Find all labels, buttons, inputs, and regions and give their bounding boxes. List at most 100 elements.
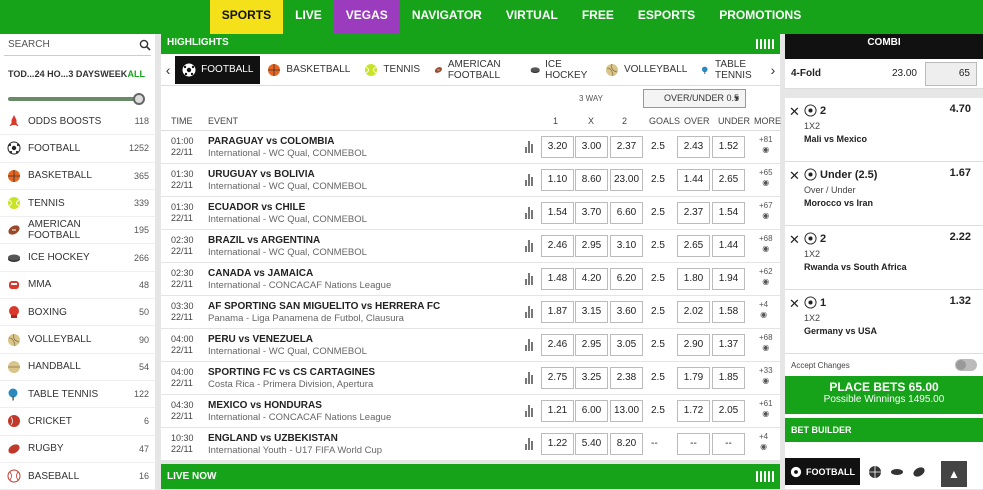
puck-icon[interactable] <box>890 465 904 479</box>
event-info[interactable]: ENGLAND vs UZBEKISTAN International Youth… <box>208 433 382 457</box>
more-markets-button[interactable]: +4 ◉ <box>759 432 768 452</box>
event-teams[interactable]: PARAGUAY vs COLOMBIA <box>208 136 367 148</box>
sidebar-item-baseball[interactable]: BASEBALL 16 <box>0 463 155 490</box>
odds-home-button[interactable]: 1.21 <box>541 400 574 422</box>
odds-home-button[interactable]: 1.22 <box>541 433 574 455</box>
more-markets-button[interactable]: +81 ◉ <box>759 135 773 155</box>
place-bets-button[interactable]: PLACE BETS 65.00 Possible Winnings 1495.… <box>785 376 983 414</box>
sidebar-item-volleyball[interactable]: VOLLEYBALL 90 <box>0 326 155 354</box>
odds-under-button[interactable]: 1.58 <box>712 301 745 323</box>
tab-tennis[interactable]: TENNIS <box>357 56 427 84</box>
stats-icon[interactable] <box>525 405 535 417</box>
event-info[interactable]: PERU vs VENEZUELA International - WC Qual… <box>208 334 367 358</box>
tab-volleyball[interactable]: VOLLEYBALL <box>598 56 694 84</box>
nav-live[interactable]: LIVE <box>283 0 334 34</box>
tab-american-football[interactable]: AMERICAN FOOTBALL <box>427 56 523 84</box>
nav-virtual[interactable]: VIRTUAL <box>494 0 570 34</box>
sidebar-item-american-football[interactable]: AMERICAN FOOTBALL 195 <box>0 217 155 245</box>
odds-over-button[interactable]: 2.02 <box>677 301 710 323</box>
event-info[interactable]: CANADA vs JAMAICA International - CONCACA… <box>208 268 391 292</box>
odds-home-button[interactable]: 1.87 <box>541 301 574 323</box>
period-week[interactable]: WEEK <box>100 69 127 79</box>
stats-icon[interactable] <box>525 372 535 384</box>
odds-over-button[interactable]: 1.72 <box>677 400 710 422</box>
odds-draw-button[interactable]: 2.95 <box>575 235 608 257</box>
period-3days[interactable]: 3 DAYS <box>68 69 100 79</box>
period-24h[interactable]: 24 HO... <box>35 69 69 79</box>
odds-draw-button[interactable]: 6.00 <box>575 400 608 422</box>
odds-over-button[interactable]: -- <box>677 433 710 455</box>
stats-icon[interactable] <box>525 141 535 153</box>
stats-icon[interactable] <box>525 174 535 186</box>
more-markets-button[interactable]: +65 ◉ <box>759 168 773 188</box>
odds-under-button[interactable]: 1.85 <box>712 367 745 389</box>
combi-tab[interactable]: COMBI <box>785 34 983 59</box>
live-now-header[interactable]: LIVE NOW <box>161 464 780 489</box>
sidebar-item-rugby[interactable]: RUGBY 47 <box>0 436 155 463</box>
odds-over-button[interactable]: 2.65 <box>677 235 710 257</box>
more-markets-button[interactable]: +61 ◉ <box>759 399 773 419</box>
stats-icon[interactable] <box>525 207 535 219</box>
odds-over-button[interactable]: 2.43 <box>677 136 710 158</box>
odds-away-button[interactable]: 3.05 <box>610 334 643 356</box>
bb-tab-football[interactable]: FOOTBALL <box>785 458 860 485</box>
odds-away-button[interactable]: 2.37 <box>610 136 643 158</box>
remove-selection-icon[interactable]: ✕ <box>789 296 800 312</box>
odds-over-button[interactable]: 1.80 <box>677 268 710 290</box>
event-info[interactable]: AF SPORTING SAN MIGUELITO vs HERRERA FC P… <box>208 301 440 325</box>
odds-under-button[interactable]: 1.37 <box>712 334 745 356</box>
event-info[interactable]: URUGUAY vs BOLIVIA International - WC Qua… <box>208 169 367 193</box>
sidebar-item-mma[interactable]: MMA 48 <box>0 272 155 300</box>
accept-changes-toggle[interactable] <box>955 359 977 371</box>
layout-toggle-icon[interactable] <box>756 464 780 489</box>
nav-navigator[interactable]: NAVIGATOR <box>400 0 494 34</box>
period-all[interactable]: ALL <box>127 69 145 79</box>
odds-away-button[interactable]: 6.60 <box>610 202 643 224</box>
sidebar-item-table-tennis[interactable]: TABLE TENNIS 122 <box>0 381 155 409</box>
nav-vegas[interactable]: VEGAS <box>333 0 400 34</box>
odds-under-button[interactable]: 2.05 <box>712 400 745 422</box>
event-teams[interactable]: PERU vs VENEZUELA <box>208 334 367 346</box>
sidebar-item-football[interactable]: FOOTBALL 1252 <box>0 135 155 163</box>
odds-under-button[interactable]: 2.65 <box>712 169 745 191</box>
odds-away-button[interactable]: 8.20 <box>610 433 643 455</box>
event-info[interactable]: SPORTING FC vs CS CARTAGINES Costa Rica -… <box>208 367 375 391</box>
odds-draw-button[interactable]: 3.00 <box>575 136 608 158</box>
odds-under-button[interactable]: -- <box>712 433 745 455</box>
odds-away-button[interactable]: 3.10 <box>610 235 643 257</box>
odds-home-button[interactable]: 2.46 <box>541 235 574 257</box>
period-today[interactable]: TOD... <box>8 69 34 79</box>
odds-draw-button[interactable]: 5.40 <box>575 433 608 455</box>
basketball-icon[interactable] <box>868 465 882 479</box>
event-info[interactable]: ECUADOR vs CHILE International - WC Qual,… <box>208 202 367 226</box>
remove-selection-icon[interactable]: ✕ <box>789 168 800 184</box>
stats-icon[interactable] <box>525 339 535 351</box>
event-info[interactable]: PARAGUAY vs COLOMBIA International - WC Q… <box>208 136 367 160</box>
nav-sports[interactable]: SPORTS <box>209 0 284 34</box>
event-teams[interactable]: ENGLAND vs UZBEKISTAN <box>208 433 382 445</box>
stats-icon[interactable] <box>525 240 535 252</box>
sidebar-item-ice-hockey[interactable]: ICE HOCKEY 266 <box>0 244 155 272</box>
bet-builder-header[interactable]: BET BUILDER <box>785 418 983 442</box>
odds-away-button[interactable]: 23.00 <box>610 169 643 191</box>
nav-free[interactable]: FREE <box>570 0 626 34</box>
odds-home-button[interactable]: 1.48 <box>541 268 574 290</box>
american-football-icon[interactable] <box>912 465 926 479</box>
event-teams[interactable]: BRAZIL vs ARGENTINA <box>208 235 367 247</box>
more-markets-button[interactable]: +68 ◉ <box>759 333 773 353</box>
slider-track[interactable] <box>8 97 143 101</box>
odds-over-button[interactable]: 1.44 <box>677 169 710 191</box>
search-icon[interactable] <box>139 39 151 51</box>
odds-home-button[interactable]: 2.75 <box>541 367 574 389</box>
odds-draw-button[interactable]: 3.15 <box>575 301 608 323</box>
tabs-next-icon[interactable]: › <box>766 62 780 78</box>
nav-promotions[interactable]: PROMOTIONS <box>707 0 813 34</box>
odds-over-button[interactable]: 2.37 <box>677 202 710 224</box>
sidebar-item-odds-boosts[interactable]: ODDS BOOSTS 118 <box>0 108 155 136</box>
event-teams[interactable]: ECUADOR vs CHILE <box>208 202 367 214</box>
event-info[interactable]: BRAZIL vs ARGENTINA International - WC Qu… <box>208 235 367 259</box>
sidebar-item-basketball[interactable]: BASKETBALL 365 <box>0 163 155 190</box>
odds-home-button[interactable]: 3.20 <box>541 136 574 158</box>
odds-home-button[interactable]: 2.46 <box>541 334 574 356</box>
odds-draw-button[interactable]: 2.95 <box>575 334 608 356</box>
